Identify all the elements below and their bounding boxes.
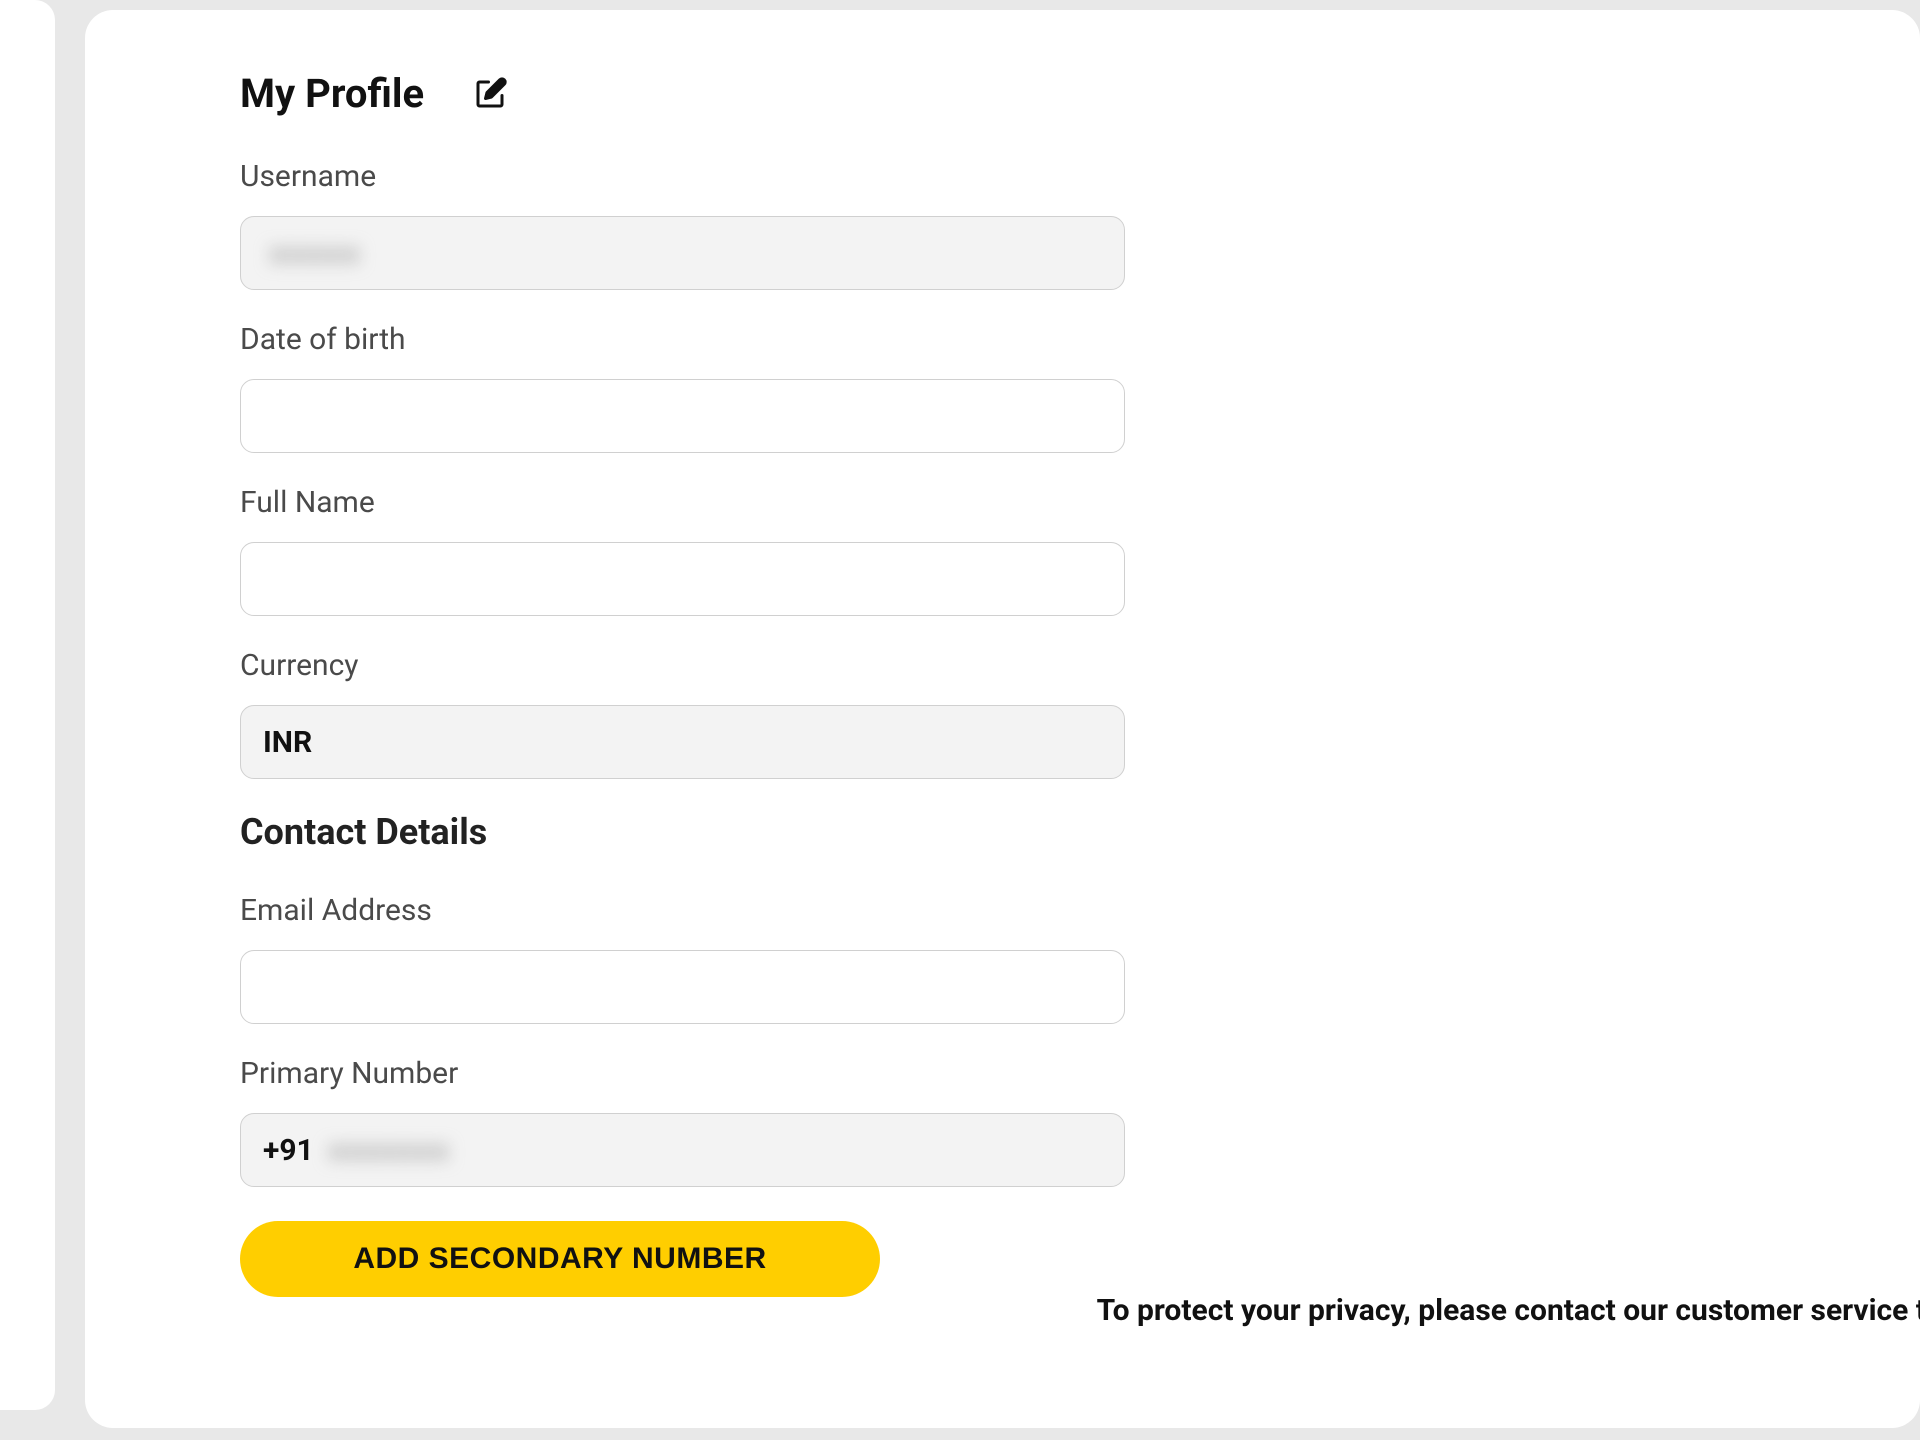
dob-label: Date of birth [240,322,1765,357]
username-input[interactable]: xxxxxx [240,216,1125,290]
currency-input[interactable]: INR [240,705,1125,779]
email-label: Email Address [240,893,1765,928]
profile-card: My Profile Username xxxxxx Date of birth… [85,10,1920,1428]
currency-value: INR [263,725,312,760]
primary-number-label: Primary Number [240,1056,1765,1091]
dob-field-group: Date of birth [240,322,1765,453]
primary-number-field-group: Primary Number +91 xxxxxxxx [240,1056,1765,1187]
privacy-note: To protect your privacy, please contact … [1097,1293,1920,1328]
contact-heading: Contact Details [240,811,1765,853]
primary-number-redacted-value: xxxxxxxx [328,1133,449,1168]
currency-label: Currency [240,648,1765,683]
page-title: My Profile [240,70,424,117]
add-secondary-number-button[interactable]: ADD SECONDARY NUMBER [240,1221,880,1297]
email-field-group: Email Address [240,893,1765,1024]
primary-number-input[interactable]: +91 xxxxxxxx [240,1113,1125,1187]
email-input[interactable] [240,950,1125,1024]
username-field-group: Username xxxxxx [240,159,1765,290]
country-code-prefix: +91 [263,1133,314,1168]
sidebar-strip [0,0,55,1410]
username-redacted-value: xxxxxx [269,236,360,271]
username-label: Username [240,159,1765,194]
fullname-label: Full Name [240,485,1765,520]
dob-input[interactable] [240,379,1125,453]
header-row: My Profile [240,70,1765,117]
currency-field-group: Currency INR [240,648,1765,779]
fullname-field-group: Full Name [240,485,1765,616]
fullname-input[interactable] [240,542,1125,616]
edit-icon[interactable] [472,76,508,112]
